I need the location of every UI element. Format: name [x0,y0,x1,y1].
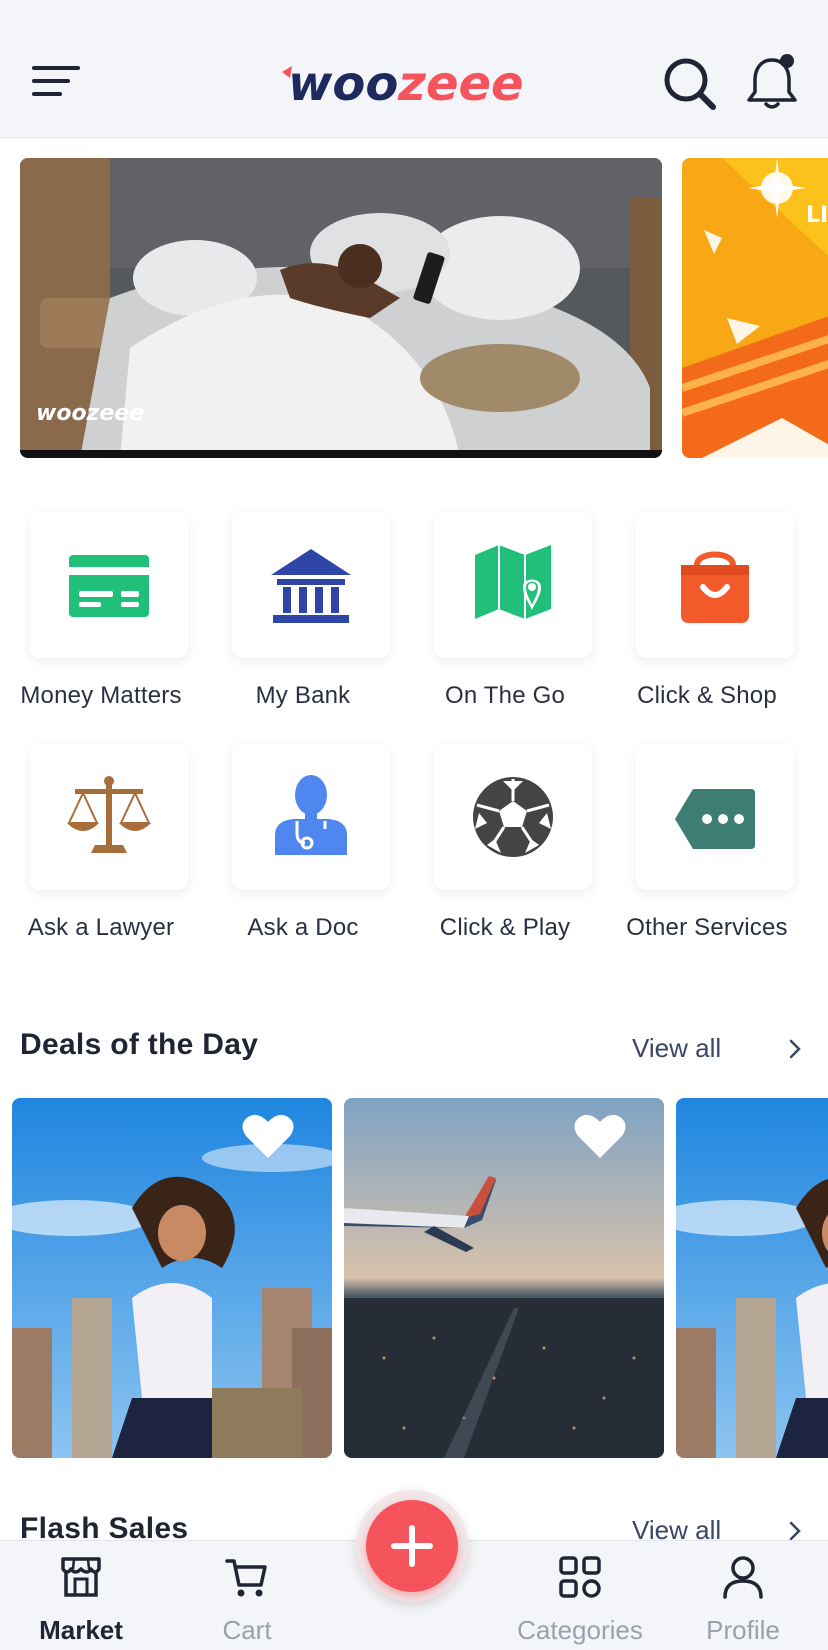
chevron-right-icon [789,1039,801,1059]
service-label: Ask a Doc [247,914,359,941]
categories-icon [559,1556,601,1598]
deal-card[interactable] [676,1098,828,1458]
service-click-play[interactable]: Click & Play [404,744,606,959]
scales-icon [67,776,151,853]
service-money-matters[interactable]: Money Matters [0,512,202,727]
service-card [30,744,188,890]
doctor-icon [275,775,347,855]
status-bar [0,0,828,26]
service-label: Other Services [626,914,788,941]
nav-item-cart[interactable]: Cart [172,1541,322,1650]
nav-label-market: Market [39,1615,123,1645]
promo-partial-text: LI [806,203,828,228]
nav-label-cart: Cart [222,1615,272,1645]
banner-image: woozeee [20,158,662,458]
service-ask-a-lawyer[interactable]: Ask a Lawyer [0,744,202,959]
profile-icon [723,1556,763,1599]
chevron-right-icon [789,1521,801,1541]
service-label: On The Go [444,682,566,709]
deals-carousel[interactable] [0,1098,828,1458]
service-label: Ask a Lawyer [27,914,175,941]
service-label: Click & Shop [637,682,777,709]
nav-item-categories[interactable]: Categories [505,1541,655,1650]
service-label: My Bank [255,682,351,709]
deal-card[interactable] [344,1098,664,1458]
deal-card[interactable] [12,1098,332,1458]
plus-icon [391,1525,433,1567]
service-card [434,744,592,890]
promo-banner-image: LI [682,158,828,458]
favorite-heart-icon[interactable] [240,1112,296,1162]
banner-promo[interactable]: LI [682,158,828,458]
shopping-bag-icon [681,551,749,623]
cart-icon [225,1559,267,1597]
banner-watermark: woozeee [36,401,144,426]
search-icon[interactable] [660,54,720,112]
service-label: Click & Play [439,914,571,941]
bell-icon[interactable] [742,52,802,112]
nav-item-profile[interactable]: Profile [668,1541,818,1650]
service-card [232,744,390,890]
banner-carousel[interactable]: woozeee LI [0,158,828,460]
service-card [636,512,794,658]
add-fab-button[interactable] [366,1500,458,1592]
service-label: Money Matters [20,682,182,709]
notification-dot [780,54,794,68]
bank-icon [271,549,351,623]
deals-view-all-link[interactable]: View all [632,1028,802,1068]
service-my-bank[interactable]: My Bank [202,512,404,727]
logo-text-zeee: zeee [397,56,524,112]
service-card [30,512,188,658]
favorite-heart-icon[interactable] [572,1112,628,1162]
service-on-the-go[interactable]: On The Go [404,512,606,727]
market-icon [61,1557,101,1597]
hamburger-menu-icon[interactable] [24,56,84,106]
service-ask-a-doc[interactable]: Ask a Doc [202,744,404,959]
service-other-services[interactable]: Other Services [606,744,808,959]
logo-text-woo: woo [288,56,398,112]
soccer-ball-icon [473,777,553,857]
nav-label-categories: Categories [517,1615,643,1645]
nav-label-profile: Profile [706,1615,780,1645]
deals-section-title: Deals of the Day [20,1028,259,1061]
woozeee-logo: woo zeee [282,56,524,112]
service-click-shop[interactable]: Click & Shop [606,512,808,727]
nav-item-market[interactable]: Market [6,1541,156,1650]
view-all-label: View all [632,1033,722,1063]
map-pin-icon [475,545,551,619]
service-card [232,512,390,658]
card-icon [69,555,149,617]
service-card [434,512,592,658]
service-card [636,744,794,890]
banner-video-bed[interactable]: woozeee [20,158,662,458]
app-header: woo zeee [0,26,828,138]
more-tag-icon [675,789,755,849]
deal-image-woman-partial [676,1098,828,1458]
